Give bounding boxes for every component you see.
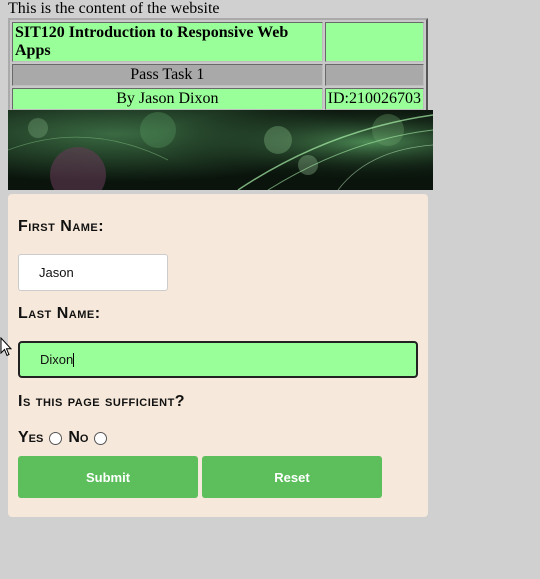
first-name-value: Jason [39, 265, 74, 280]
task-name: Pass Task 1 [12, 64, 323, 86]
no-label: No [68, 429, 89, 446]
author-name: By Jason Dixon [12, 88, 323, 110]
text-caret [73, 352, 75, 367]
yes-radio[interactable] [49, 431, 63, 445]
banner-image [8, 110, 433, 190]
empty-cell [324, 64, 424, 86]
last-name-label: Last Name: [18, 305, 101, 322]
course-title: SIT120 Introduction to Responsive Web Ap… [12, 22, 323, 62]
reset-button[interactable]: Reset [202, 456, 382, 498]
header-table: SIT120 Introduction to Responsive Web Ap… [8, 18, 428, 114]
mouse-pointer-icon [0, 336, 13, 362]
no-radio[interactable] [94, 431, 108, 445]
first-name-label: First Name: [18, 218, 105, 235]
sufficiency-radio-group: Yes No [18, 429, 113, 447]
intro-text: This is the content of the website [8, 0, 220, 17]
last-name-input[interactable]: Dixon [18, 341, 418, 378]
form-panel: First Name: Jason Last Name: Dixon Is th… [8, 194, 428, 517]
yes-label: Yes [18, 429, 44, 446]
first-name-input[interactable]: Jason [18, 254, 168, 291]
empty-cell [324, 22, 424, 62]
last-name-value: Dixon [40, 352, 74, 367]
question-label: Is this page sufficient? [18, 393, 186, 410]
submit-button[interactable]: Submit [18, 456, 198, 498]
student-id: ID:210026703 [324, 88, 424, 110]
